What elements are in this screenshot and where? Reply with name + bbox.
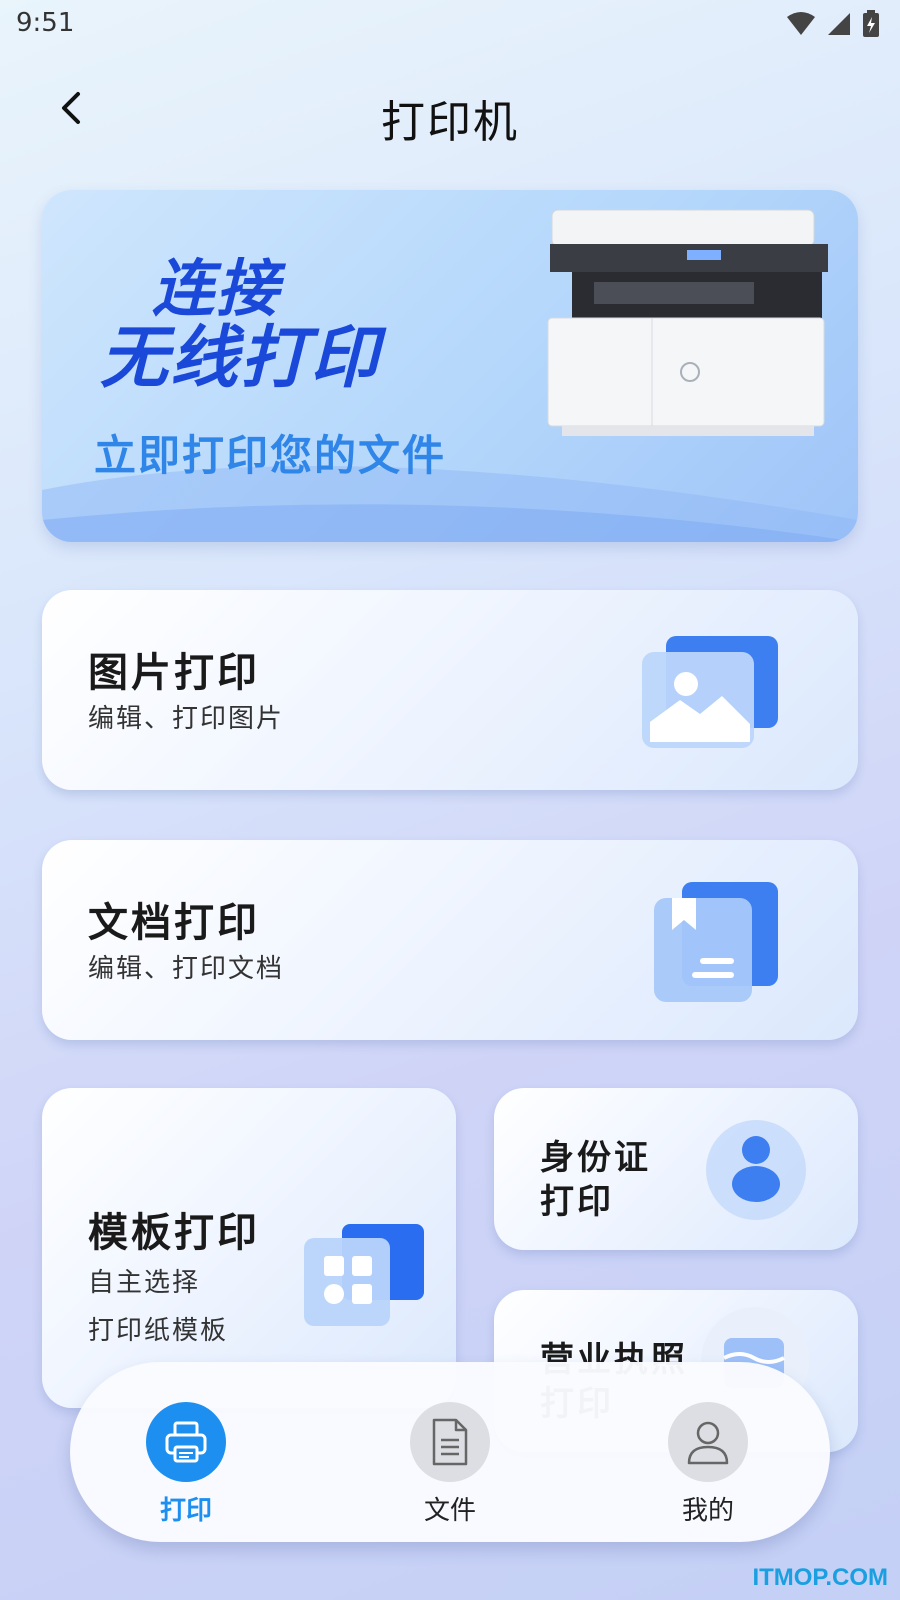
id-card-print-title-line2: 打印 xyxy=(540,1182,614,1222)
nav-item-print[interactable]: 打印 xyxy=(126,1402,246,1532)
status-time: 9:51 xyxy=(16,8,75,38)
status-bar: 9:51 xyxy=(0,0,900,50)
banner-subtitle: 立即打印您的文件 xyxy=(94,431,447,480)
header: 打印机 xyxy=(0,70,900,160)
file-icon xyxy=(432,1418,468,1466)
signal-icon xyxy=(828,13,850,35)
photo-print-card[interactable]: 图片打印 编辑、打印图片 xyxy=(42,590,858,790)
user-icon xyxy=(687,1421,729,1465)
photo-print-title: 图片打印 xyxy=(88,650,260,696)
template-print-subtitle-line2: 打印纸模板 xyxy=(88,1316,229,1346)
person-icon xyxy=(706,1120,806,1220)
document-icon xyxy=(654,882,778,1002)
id-card-print-card[interactable]: 身份证 打印 xyxy=(494,1088,858,1250)
wireless-print-banner[interactable]: 连接 无线打印 立即打印您的文件 xyxy=(42,190,858,542)
page-title: 打印机 xyxy=(381,97,519,148)
nav-label-files: 文件 xyxy=(423,1496,476,1526)
nav-print-circle xyxy=(146,1402,226,1482)
nav-item-me[interactable]: 我的 xyxy=(648,1402,768,1532)
nav-files-circle xyxy=(410,1402,490,1482)
printer-illustration xyxy=(547,209,828,436)
nav-me-circle xyxy=(668,1402,748,1482)
document-print-card[interactable]: 文档打印 编辑、打印文档 xyxy=(42,840,858,1040)
photo-print-subtitle: 编辑、打印图片 xyxy=(88,704,285,734)
document-print-subtitle: 编辑、打印文档 xyxy=(88,954,285,984)
template-print-card[interactable]: 模板打印 自主选择 打印纸模板 xyxy=(42,1088,456,1408)
nav-item-files[interactable]: 文件 xyxy=(390,1402,510,1532)
wifi-icon xyxy=(787,12,815,35)
template-print-title: 模板打印 xyxy=(88,1210,260,1256)
nav-label-me: 我的 xyxy=(681,1496,734,1526)
watermark: ITMOP.COM xyxy=(752,1564,888,1591)
id-card-print-title-line1: 身份证 xyxy=(540,1138,651,1178)
nav-label-print: 打印 xyxy=(159,1496,212,1526)
template-print-subtitle-line1: 自主选择 xyxy=(88,1268,201,1298)
document-print-title: 文档打印 xyxy=(88,900,260,946)
banner-slogan-line2: 无线打印 xyxy=(100,319,381,398)
battery-icon xyxy=(863,10,879,37)
image-icon xyxy=(642,636,778,748)
grid-template-icon xyxy=(304,1224,424,1326)
status-icons xyxy=(786,10,880,38)
printer-icon xyxy=(165,1421,207,1463)
bottom-nav: 打印 文件 我的 xyxy=(70,1362,830,1542)
